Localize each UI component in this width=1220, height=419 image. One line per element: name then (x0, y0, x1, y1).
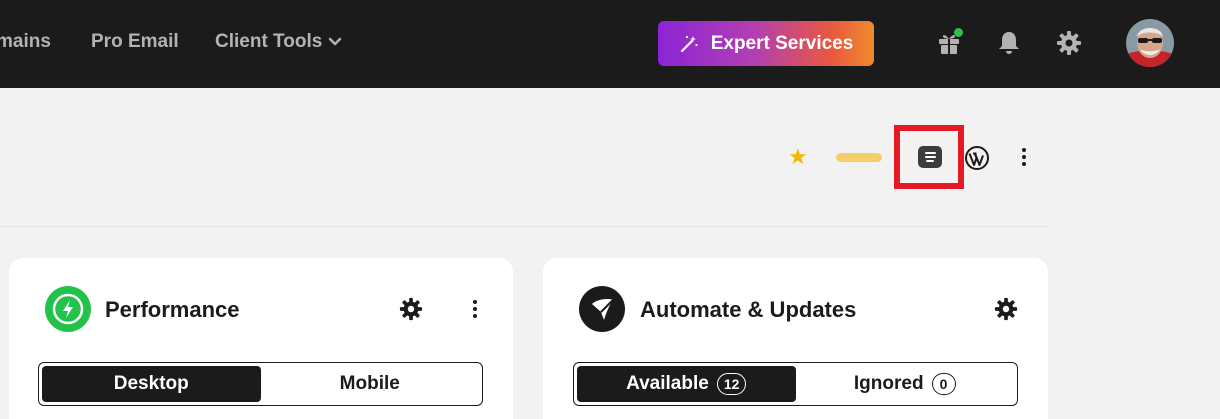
updates-filter-toggle: Available 12 Ignored 0 (573, 362, 1018, 406)
more-options-icon[interactable] (1022, 148, 1026, 166)
automate-shield-icon (579, 286, 625, 332)
site-status-pill (836, 153, 882, 162)
chevron-down-icon (329, 37, 342, 46)
bell-icon (999, 32, 1019, 54)
performance-card: Performance Desktop Mobile (9, 258, 513, 419)
notes-icon (924, 152, 936, 162)
performance-bolt-icon (45, 286, 91, 332)
automate-updates-card: Automate & Updates Available 12 Ignored … (543, 258, 1048, 419)
notifications-button[interactable] (994, 28, 1024, 58)
ignored-count-badge: 0 (931, 373, 956, 395)
wordpress-button[interactable] (964, 145, 990, 171)
user-avatar[interactable] (1126, 19, 1174, 67)
expert-services-button[interactable]: Expert Services (658, 21, 874, 66)
star-icon[interactable]: ★ (788, 146, 808, 168)
performance-device-toggle: Desktop Mobile (38, 362, 483, 406)
performance-more-options-icon[interactable] (473, 300, 477, 318)
top-nav-bar: mains Pro Email Client Tools Expert Serv… (0, 0, 1220, 88)
tab-mobile[interactable]: Mobile (261, 366, 480, 402)
nav-domains-link[interactable]: mains (0, 31, 51, 53)
tab-available-label: Available (626, 373, 709, 394)
avatar-image (1126, 19, 1174, 67)
tab-ignored-label: Ignored (853, 373, 924, 394)
settings-button[interactable] (1054, 28, 1084, 58)
site-header (0, 88, 1048, 227)
performance-title: Performance (105, 297, 240, 322)
nav-client-tools-label: Client Tools (215, 31, 323, 52)
tab-desktop[interactable]: Desktop (42, 366, 261, 402)
notification-dot (954, 28, 963, 37)
tab-available[interactable]: Available 12 (577, 366, 796, 402)
automate-settings-gear-icon[interactable] (994, 297, 1018, 321)
magic-wand-icon (680, 35, 698, 52)
performance-settings-gear-icon[interactable] (399, 297, 423, 321)
expert-services-label: Expert Services (710, 32, 854, 54)
notes-button[interactable] (918, 146, 942, 168)
gear-icon (1057, 31, 1081, 55)
wordpress-icon (965, 146, 989, 170)
gift-button[interactable] (934, 28, 964, 58)
automate-updates-title: Automate & Updates (640, 297, 857, 322)
nav-client-tools-dropdown[interactable]: Client Tools (215, 31, 342, 53)
nav-pro-email-link[interactable]: Pro Email (91, 31, 179, 53)
tab-ignored[interactable]: Ignored 0 (796, 366, 1015, 402)
available-count-badge: 12 (716, 373, 747, 395)
